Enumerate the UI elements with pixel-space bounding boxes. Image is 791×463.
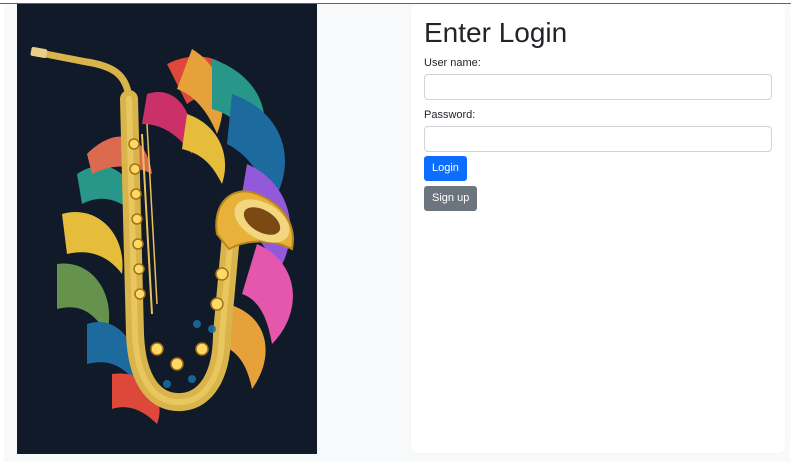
saxophone-illustration	[17, 4, 317, 454]
password-field[interactable]	[424, 126, 772, 152]
app-container: Enter Login User name: Password: Login S…	[4, 4, 790, 462]
page-title: Enter Login	[424, 17, 568, 48]
password-label: Password:	[424, 109, 476, 121]
login-card: Enter Login User name: Password: Login S…	[411, 4, 785, 453]
login-button[interactable]: Login	[424, 156, 467, 181]
username-field[interactable]	[424, 74, 772, 100]
username-label: User name:	[424, 57, 481, 69]
sign-up-button[interactable]: Sign up	[424, 186, 478, 211]
saxophone-artwork-image	[17, 4, 317, 454]
